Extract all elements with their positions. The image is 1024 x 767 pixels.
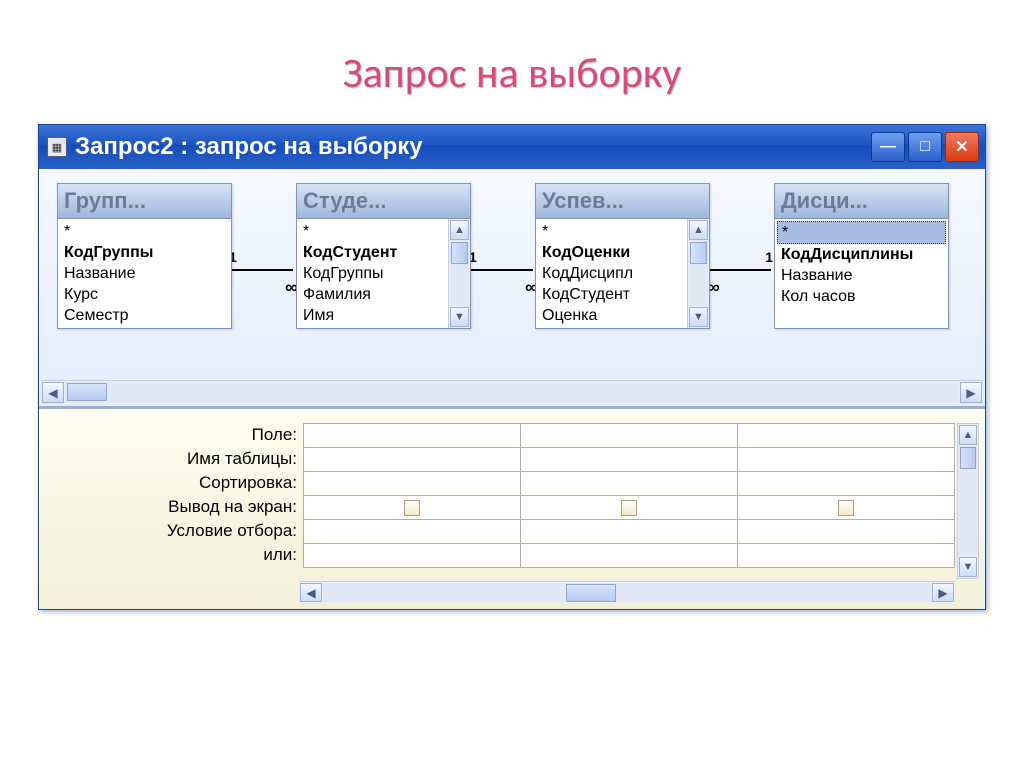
scroll-thumb[interactable] (451, 242, 468, 264)
field-item[interactable]: Фамилия (299, 284, 446, 305)
maximize-button[interactable]: □ (908, 132, 942, 162)
query-window: ▦ Запрос2 : запрос на выборку — □ ✕ 1 ∞ … (38, 124, 986, 610)
field-item[interactable]: КодДисципл (538, 263, 685, 284)
grid-cell[interactable] (521, 448, 738, 472)
close-button[interactable]: ✕ (945, 132, 979, 162)
field-item[interactable]: * (538, 221, 685, 242)
table-title[interactable]: Групп... (58, 184, 231, 219)
grid-cell[interactable] (304, 424, 521, 448)
window-title: Запрос2 : запрос на выборку (75, 133, 871, 161)
scroll-down-icon[interactable]: ▼ (450, 307, 469, 327)
field-item[interactable]: * (60, 221, 229, 242)
table-title[interactable]: Студе... (297, 184, 470, 219)
field-list[interactable]: * КодОценки КодДисципл КодСтудент Оценка (536, 219, 687, 328)
label-field: Поле: (43, 423, 297, 447)
design-grid-pane: Поле: Имя таблицы: Сортировка: Вывод на … (39, 409, 985, 609)
table-title[interactable]: Дисци... (775, 184, 948, 219)
grid-cell[interactable] (521, 544, 738, 568)
grid-cell[interactable] (521, 424, 738, 448)
window-icon: ▦ (47, 137, 67, 157)
grid-row-labels: Поле: Имя таблицы: Сортировка: Вывод на … (43, 423, 303, 568)
table-scrollbar[interactable]: ▲ ▼ (448, 219, 470, 328)
scroll-left-icon[interactable]: ◀ (42, 382, 64, 403)
label-criteria: Условие отбора: (43, 519, 297, 543)
field-item[interactable]: Курс (60, 284, 229, 305)
scroll-up-icon[interactable]: ▲ (450, 220, 469, 240)
grid-vscrollbar[interactable]: ▲ ▼ (957, 423, 979, 579)
field-list[interactable]: * КодСтудент КодГруппы Фамилия Имя (297, 219, 448, 328)
scroll-thumb[interactable] (690, 242, 707, 264)
grid-cell[interactable] (738, 544, 955, 568)
grid-cell[interactable] (738, 472, 955, 496)
field-item[interactable]: Название (60, 263, 229, 284)
field-item[interactable]: КодОценки (538, 242, 685, 263)
label-table: Имя таблицы: (43, 447, 297, 471)
grid-hscrollbar[interactable]: ◀ ▶ (299, 581, 955, 603)
field-item[interactable]: КодСтудент (299, 242, 446, 263)
scroll-thumb[interactable] (960, 447, 976, 469)
label-or: или: (43, 543, 297, 567)
grid-cell[interactable] (738, 448, 955, 472)
grid-cell[interactable] (738, 520, 955, 544)
scroll-down-icon[interactable]: ▼ (689, 307, 708, 327)
label-sort: Сортировка: (43, 471, 297, 495)
scroll-thumb[interactable] (67, 383, 107, 401)
design-grid[interactable] (303, 423, 955, 568)
scroll-down-icon[interactable]: ▼ (959, 557, 977, 577)
field-item[interactable]: Имя (299, 305, 446, 326)
label-show: Вывод на экран: (43, 495, 297, 519)
field-item[interactable]: Семестр (60, 305, 229, 326)
table-scrollbar[interactable]: ▲ ▼ (687, 219, 709, 328)
scroll-thumb[interactable] (566, 584, 616, 602)
field-list[interactable]: * КодДисциплины Название Кол часов (775, 219, 948, 309)
tables-pane: 1 ∞ 1 ∞ 1 ∞ Групп... * КодГруппы (39, 169, 985, 409)
field-list[interactable]: * КодГруппы Название Курс Семестр (58, 219, 231, 328)
table-title[interactable]: Успев... (536, 184, 709, 219)
grid-cell[interactable] (304, 520, 521, 544)
field-item[interactable]: * (777, 221, 946, 244)
grid-cell[interactable] (738, 424, 955, 448)
field-item[interactable]: Оценка (538, 305, 685, 326)
field-item[interactable]: КодСтудент (538, 284, 685, 305)
field-item[interactable]: * (299, 221, 446, 242)
table-disci[interactable]: Дисци... * КодДисциплины Название Кол ча… (774, 183, 949, 329)
table-stude[interactable]: Студе... * КодСтудент КодГруппы Фамилия … (296, 183, 471, 329)
table-groupp[interactable]: Групп... * КодГруппы Название Курс Семес… (57, 183, 232, 329)
grid-cell-checkbox[interactable] (521, 496, 738, 520)
titlebar[interactable]: ▦ Запрос2 : запрос на выборку — □ ✕ (39, 125, 985, 169)
grid-cell[interactable] (304, 544, 521, 568)
field-item[interactable]: Кол часов (777, 286, 946, 307)
field-item[interactable]: КодГруппы (299, 263, 446, 284)
grid-cell[interactable] (521, 520, 738, 544)
grid-cell-checkbox[interactable] (738, 496, 955, 520)
scroll-left-icon[interactable]: ◀ (300, 583, 322, 602)
scroll-up-icon[interactable]: ▲ (689, 220, 708, 240)
field-item[interactable]: КодДисциплины (777, 244, 946, 265)
field-item[interactable]: Название (777, 265, 946, 286)
grid-cell[interactable] (304, 448, 521, 472)
scroll-up-icon[interactable]: ▲ (959, 425, 977, 445)
grid-cell[interactable] (304, 472, 521, 496)
field-item[interactable]: КодГруппы (60, 242, 229, 263)
scroll-right-icon[interactable]: ▶ (932, 583, 954, 602)
slide-title: Запрос на выборку (20, 48, 1004, 99)
minimize-button[interactable]: — (871, 132, 905, 162)
grid-cell-checkbox[interactable] (304, 496, 521, 520)
grid-cell[interactable] (521, 472, 738, 496)
scroll-right-icon[interactable]: ▶ (960, 382, 982, 403)
pane-hscrollbar[interactable]: ◀ ▶ (41, 380, 983, 404)
table-uspev[interactable]: Успев... * КодОценки КодДисципл КодСтуде… (535, 183, 710, 329)
